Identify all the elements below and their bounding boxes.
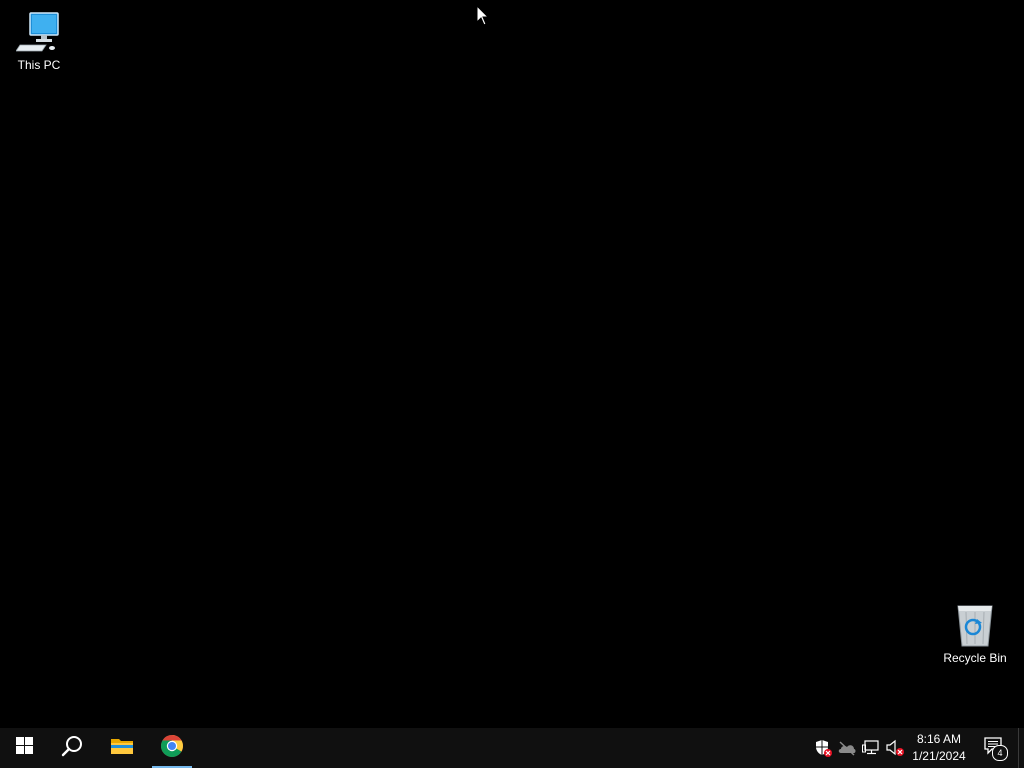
chrome-icon [160, 734, 184, 763]
show-desktop-button[interactable] [1018, 728, 1024, 768]
desktop-icon-label: Recycle Bin [943, 651, 1007, 665]
mouse-pointer-icon [476, 4, 490, 27]
desktop-icon-recycle-bin[interactable]: Recycle Bin [937, 601, 1013, 666]
computer-icon [15, 8, 63, 56]
clock-date: 1/21/2024 [912, 749, 966, 763]
taskbar-clock[interactable]: 8:16 AM 1/21/2024 [908, 730, 970, 766]
windows-logo-icon [15, 737, 33, 759]
desktop-icon-label: This PC [17, 58, 61, 72]
notification-count-badge: 4 [992, 745, 1008, 761]
taskbar-file-explorer-button[interactable] [98, 728, 146, 768]
taskbar: 8:16 AM 1/21/2024 4 [0, 728, 1024, 768]
search-button[interactable] [48, 728, 96, 768]
desktop-icon-this-pc[interactable]: This PC [1, 8, 77, 73]
recycle-bin-icon [951, 601, 999, 649]
security-shield-icon[interactable] [813, 738, 833, 758]
clock-time: 8:16 AM [916, 732, 962, 746]
desktop-background[interactable]: This PC Recycle Bin [0, 0, 1024, 728]
volume-muted-icon[interactable] [885, 738, 905, 758]
taskbar-chrome-button[interactable] [148, 728, 196, 768]
start-button[interactable] [0, 728, 48, 768]
folder-icon [110, 736, 134, 761]
search-icon [61, 735, 83, 762]
onedrive-icon[interactable] [837, 738, 857, 758]
network-icon[interactable] [861, 738, 881, 758]
action-center-button[interactable]: 4 [976, 728, 1012, 768]
